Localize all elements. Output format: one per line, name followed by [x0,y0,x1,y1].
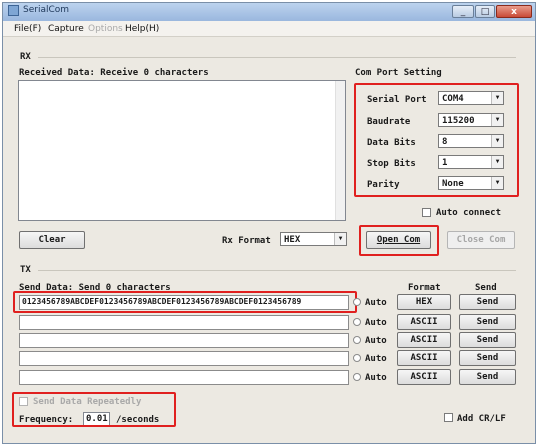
auto-label-3: Auto [365,336,387,346]
rx-format-label: Rx Format [222,236,271,246]
auto-radio-2[interactable] [353,318,361,326]
auto-label-1: Auto [365,298,387,308]
send-input-3[interactable] [19,333,349,348]
add-crlf-checkbox[interactable] [444,413,453,422]
format-button-1[interactable]: HEX [397,294,451,310]
menu-capture[interactable]: Capture [48,24,84,34]
auto-connect-label: Auto connect [436,208,502,218]
close-com-button[interactable]: Close Com [447,231,515,249]
rx-scrollbar[interactable] [335,81,345,220]
minimize-button[interactable]: _ [452,5,474,18]
auto-radio-4[interactable] [353,354,361,362]
received-data-area[interactable] [18,80,346,221]
com-port-setting-label: Com Port Setting [355,68,442,78]
auto-label-2: Auto [365,318,387,328]
maximize-button[interactable]: □ [475,5,495,18]
send-button-2[interactable]: Send [459,314,516,330]
auto-label-5: Auto [365,373,387,383]
menu-options[interactable]: Options [88,24,123,34]
menu-help[interactable]: Help(H) [125,24,159,34]
app-icon [8,5,19,16]
send-button-4[interactable]: Send [459,350,516,366]
frequency-highlight [12,392,176,427]
auto-connect-checkbox[interactable] [422,208,431,217]
tx-section-label: TX [20,265,31,275]
auto-label-4: Auto [365,354,387,364]
auto-radio-1[interactable] [353,298,361,306]
format-button-5[interactable]: ASCII [397,369,451,385]
rx-section-label: RX [20,52,31,62]
menu-file[interactable]: File(F) [14,24,41,34]
chevron-down-icon: ▼ [334,233,346,245]
send-column-header: Send [475,283,497,293]
tx-group-line [38,270,516,271]
format-column-header: Format [408,283,441,293]
send-button-3[interactable]: Send [459,332,516,348]
rx-format-value: HEX [284,235,301,245]
open-com-highlight [359,225,439,256]
add-crlf-label: Add CR/LF [457,414,506,424]
send-input-4[interactable] [19,351,349,366]
format-button-3[interactable]: ASCII [397,332,451,348]
send-input-2[interactable] [19,315,349,330]
window-title: SerialCom [23,5,70,15]
send-button-1[interactable]: Send [459,294,516,310]
auto-radio-3[interactable] [353,336,361,344]
rx-group-line [38,57,516,58]
send-input-5[interactable] [19,370,349,385]
port-settings-highlight [354,83,519,197]
rx-format-select[interactable]: HEX ▼ [280,232,347,246]
send-button-5[interactable]: Send [459,369,516,385]
received-data-label: Received Data: Receive 0 characters [19,68,209,78]
send-input-highlight [13,291,357,313]
auto-radio-5[interactable] [353,373,361,381]
clear-button[interactable]: Clear [19,231,85,249]
format-button-4[interactable]: ASCII [397,350,451,366]
close-window-button[interactable]: x [496,5,532,18]
format-button-2[interactable]: ASCII [397,314,451,330]
